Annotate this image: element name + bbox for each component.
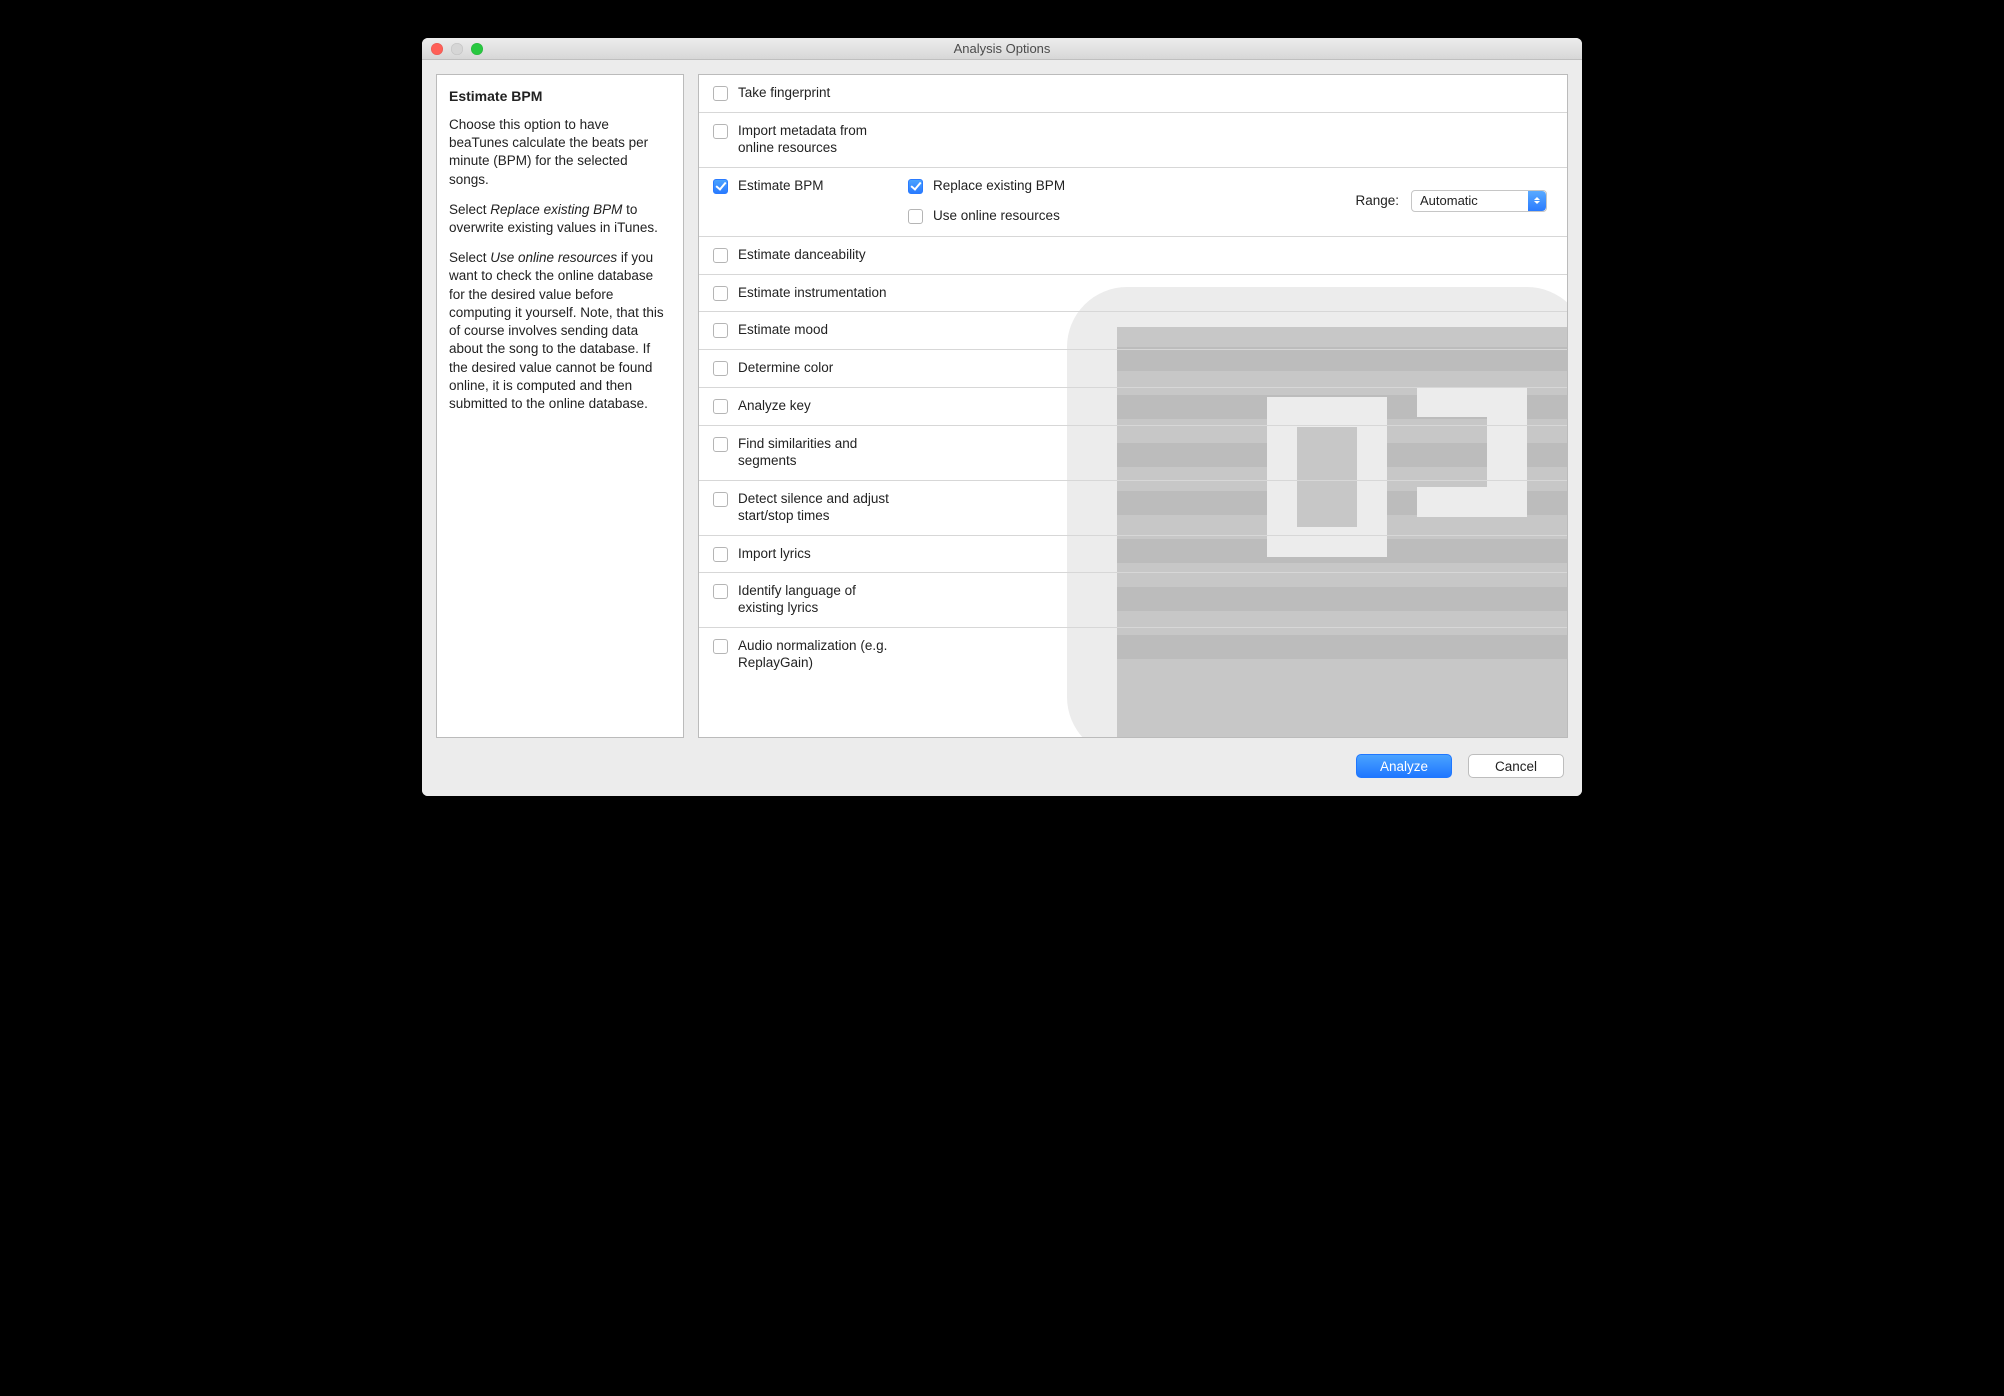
option-normalization[interactable]: Audio normalization (e.g. ReplayGain) [699, 628, 1567, 682]
option-key[interactable]: Analyze key [699, 388, 1567, 426]
help-paragraph: Select Use online resources if you want … [449, 249, 671, 413]
option-estimate-bpm[interactable]: Estimate BPM Replace existing BPM Use on… [699, 168, 1567, 237]
option-label: Import metadata from online resources [738, 123, 898, 157]
option-label: Estimate BPM [738, 178, 898, 195]
option-color[interactable]: Determine color [699, 350, 1567, 388]
checkbox[interactable] [713, 361, 728, 376]
option-label: Estimate mood [738, 322, 828, 339]
option-label: Determine color [738, 360, 833, 377]
help-paragraph: Choose this option to have beaTunes calc… [449, 116, 671, 189]
option-lyrics-language[interactable]: Identify language of existing lyrics [699, 573, 1567, 628]
checkbox[interactable] [908, 209, 923, 224]
zoom-icon[interactable] [471, 43, 483, 55]
checkbox[interactable] [713, 547, 728, 562]
checkbox[interactable] [713, 584, 728, 599]
options-pane: Take fingerprint Import metadata from on… [698, 74, 1568, 738]
checkbox[interactable] [713, 179, 728, 194]
checkbox[interactable] [713, 124, 728, 139]
option-take-fingerprint[interactable]: Take fingerprint [699, 75, 1567, 113]
option-silence[interactable]: Detect silence and adjust start/stop tim… [699, 481, 1567, 536]
option-label: Import lyrics [738, 546, 811, 563]
range-select[interactable]: Automatic [1411, 190, 1547, 212]
option-label: Estimate danceability [738, 247, 898, 264]
suboption-use-online[interactable]: Use online resources [908, 208, 1065, 224]
option-instrumentation[interactable]: Estimate instrumentation [699, 275, 1567, 313]
options-scroll[interactable]: Take fingerprint Import metadata from on… [699, 75, 1567, 737]
checkbox[interactable] [713, 437, 728, 452]
option-label: Estimate instrumentation [738, 285, 898, 302]
chevron-updown-icon [1528, 191, 1546, 211]
option-import-metadata[interactable]: Import metadata from online resources [699, 113, 1567, 168]
help-heading: Estimate BPM [449, 87, 671, 106]
help-pane: Estimate BPM Choose this option to have … [436, 74, 684, 738]
analyze-button[interactable]: Analyze [1356, 754, 1452, 778]
dialog-footer: Analyze Cancel [422, 746, 1582, 796]
titlebar: Analysis Options [422, 38, 1582, 60]
range-value: Automatic [1420, 193, 1478, 208]
help-paragraph: Select Replace existing BPM to overwrite… [449, 201, 671, 237]
checkbox[interactable] [713, 86, 728, 101]
option-label: Identify language of existing lyrics [738, 583, 898, 617]
bpm-suboptions: Replace existing BPM Use online resource… [908, 178, 1553, 224]
window-controls [431, 43, 483, 55]
checkbox[interactable] [713, 399, 728, 414]
minimize-icon [451, 43, 463, 55]
checkbox[interactable] [713, 639, 728, 654]
range-label: Range: [1355, 193, 1399, 208]
option-label: Detect silence and adjust start/stop tim… [738, 491, 913, 525]
checkbox[interactable] [713, 286, 728, 301]
checkbox[interactable] [713, 248, 728, 263]
option-similarity[interactable]: Find similarities and segments [699, 426, 1567, 481]
suboption-label: Use online resources [933, 208, 1060, 223]
option-label: Take fingerprint [738, 85, 898, 102]
option-import-lyrics[interactable]: Import lyrics [699, 536, 1567, 574]
checkbox[interactable] [908, 179, 923, 194]
cancel-button[interactable]: Cancel [1468, 754, 1564, 778]
window-title: Analysis Options [422, 41, 1582, 56]
option-label: Analyze key [738, 398, 811, 415]
checkbox[interactable] [713, 323, 728, 338]
option-label: Audio normalization (e.g. ReplayGain) [738, 638, 898, 672]
option-label: Find similarities and segments [738, 436, 898, 470]
option-mood[interactable]: Estimate mood [699, 312, 1567, 350]
close-icon[interactable] [431, 43, 443, 55]
content-area: Estimate BPM Choose this option to have … [422, 60, 1582, 746]
suboption-label: Replace existing BPM [933, 178, 1065, 193]
option-danceability[interactable]: Estimate danceability [699, 237, 1567, 275]
suboption-replace-bpm[interactable]: Replace existing BPM [908, 178, 1065, 194]
checkbox[interactable] [713, 492, 728, 507]
dialog-window: Analysis Options Estimate BPM Choose thi… [422, 38, 1582, 796]
